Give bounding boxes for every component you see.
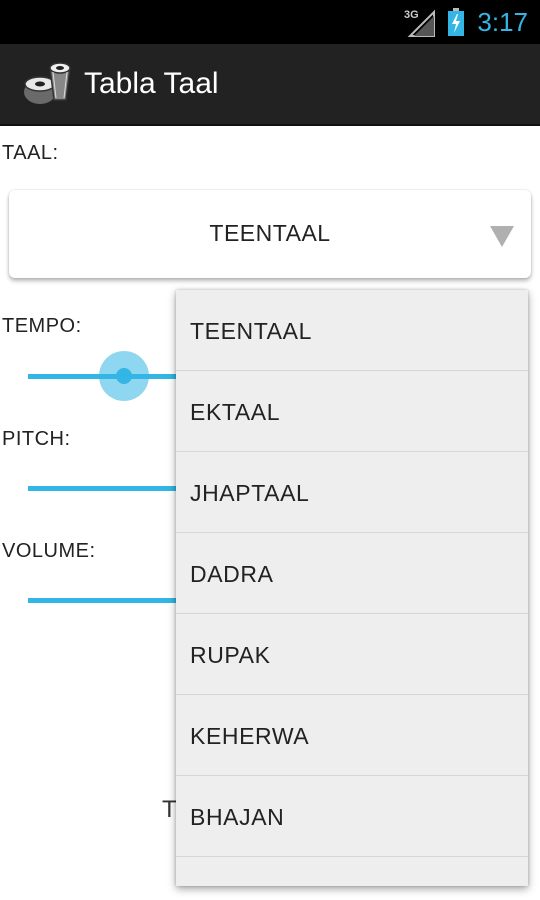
taal-dropdown-list: TEENTAAL EKTAAL JHAPTAAL DADRA RUPAK KEH…: [176, 290, 528, 886]
app-title: Tabla Taal: [84, 67, 219, 100]
tabla-drum-icon: [24, 62, 71, 104]
status-bar: 3G 3:17: [0, 0, 540, 44]
dropdown-arrow-icon: [490, 226, 514, 247]
signal-icon: 3G: [404, 9, 435, 37]
dropdown-item-jhaptaal[interactable]: JHAPTAAL: [176, 452, 528, 533]
dropdown-item-keherwa[interactable]: KEHERWA: [176, 695, 528, 776]
dropdown-item-rupak[interactable]: RUPAK: [176, 614, 528, 695]
clock: 3:17: [477, 7, 528, 37]
taal-spinner[interactable]: TEENTAAL: [9, 190, 531, 278]
network-type-label: 3G: [404, 9, 419, 21]
dropdown-item-dadra[interactable]: DADRA: [176, 533, 528, 614]
volume-label: VOLUME:: [2, 540, 96, 562]
taal-label: TAAL:: [2, 142, 59, 164]
dropdown-item-teentaal[interactable]: TEENTAAL: [176, 290, 528, 371]
action-bar: Tabla Taal: [0, 44, 540, 126]
dropdown-item-ektaal[interactable]: EKTAAL: [176, 371, 528, 452]
battery-charging-icon: [448, 8, 464, 36]
partial-button-text: T: [162, 796, 177, 823]
pitch-label: PITCH:: [2, 428, 71, 450]
dropdown-item-bhajan[interactable]: BHAJAN: [176, 776, 528, 857]
taal-selected-value: TEENTAAL: [209, 220, 331, 246]
tempo-seekbar-thumb[interactable]: [116, 368, 132, 384]
tempo-label: TEMPO:: [2, 315, 82, 337]
